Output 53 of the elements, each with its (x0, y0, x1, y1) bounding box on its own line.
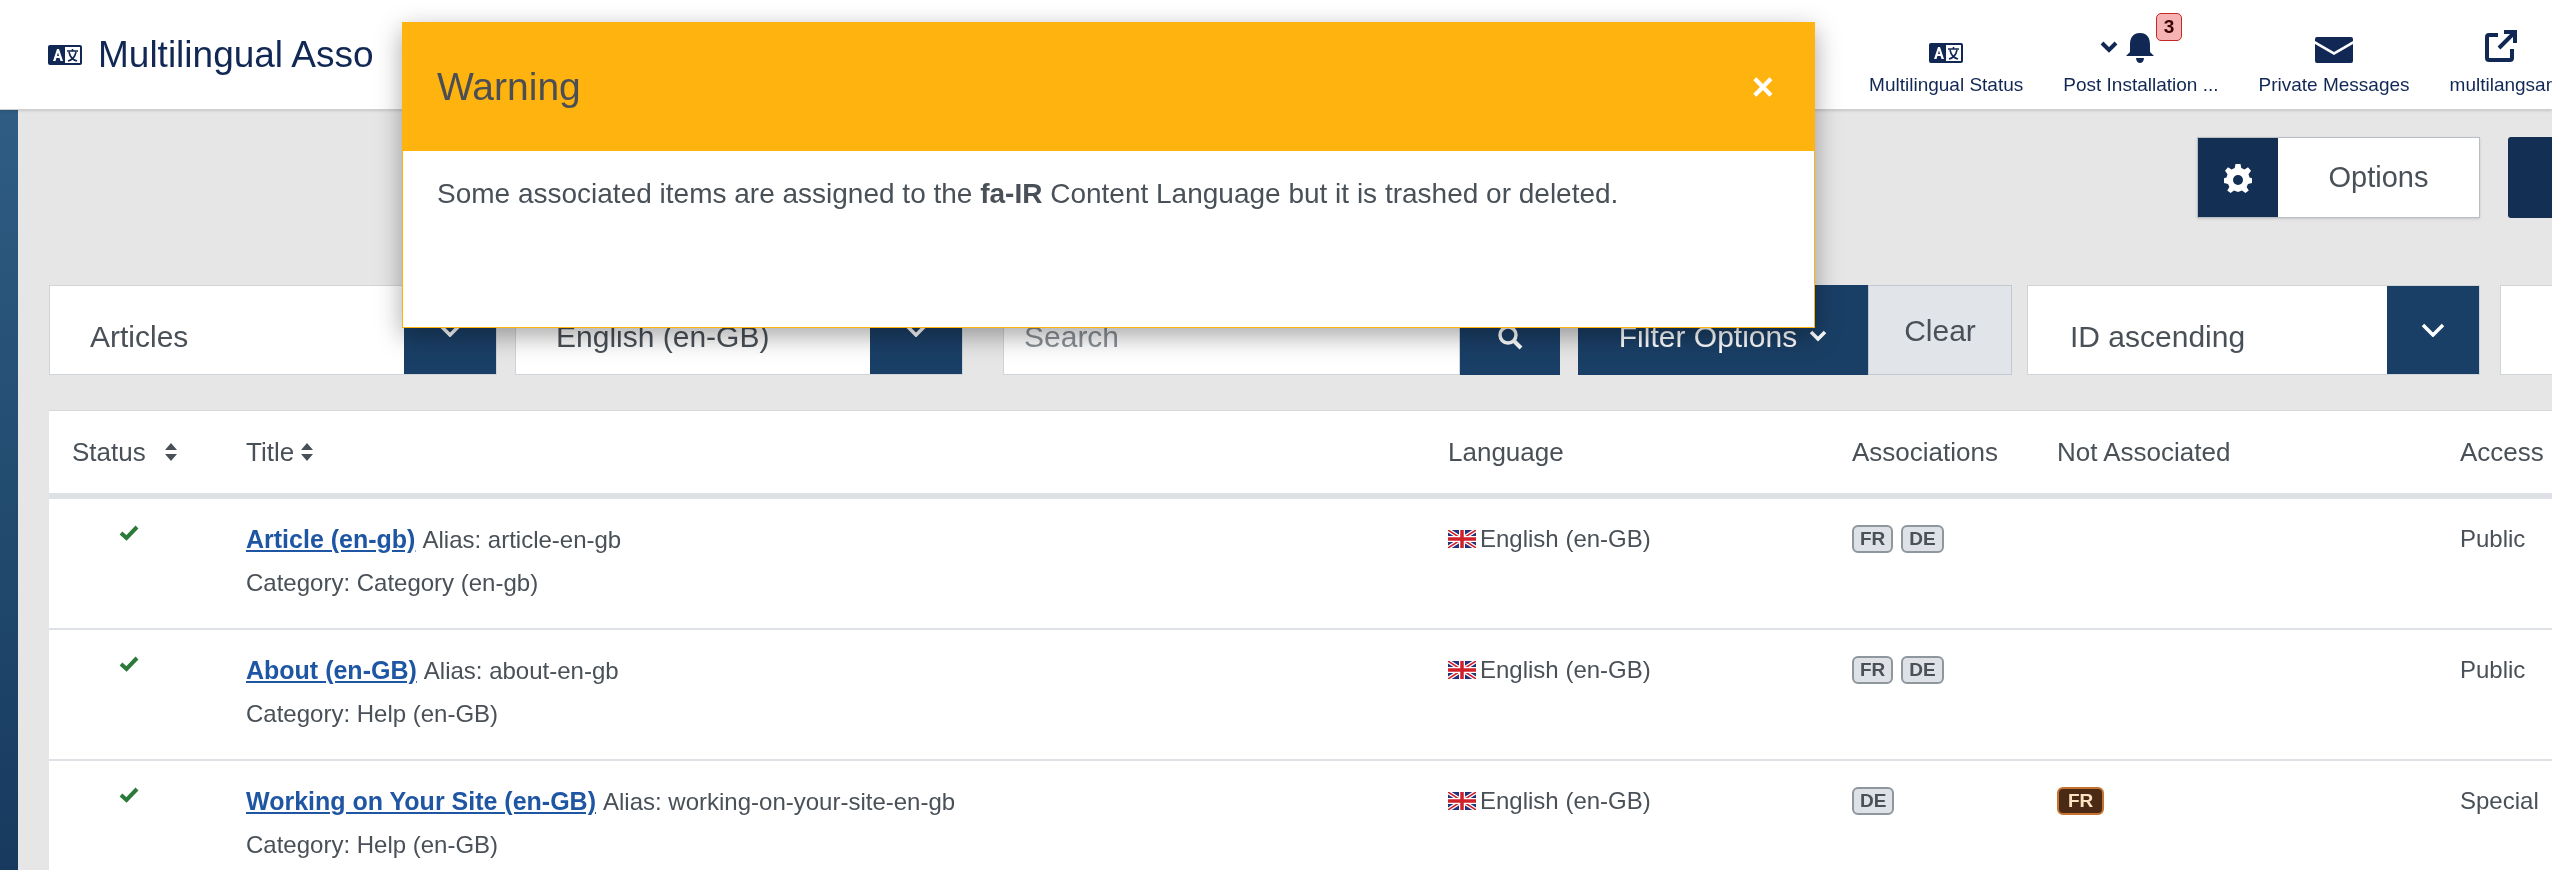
envelope-icon (2315, 34, 2354, 63)
limit-select[interactable] (2500, 285, 2552, 375)
gear-icon (2223, 162, 2253, 193)
language-text: English (en-GB) (1480, 786, 1651, 816)
notification-badge: 3 (2155, 12, 2183, 41)
article-link[interactable]: About (en-GB) (246, 652, 417, 690)
external-link-icon (2483, 28, 2518, 63)
column-header[interactable]: Status (72, 432, 178, 472)
alias-text: Alias: about-en-gb (423, 656, 619, 686)
category-text: Category: Help (en-GB) (246, 698, 500, 729)
association-badge[interactable]: DE (1852, 787, 1895, 815)
category-text: Category: Category (en-gb) (246, 567, 540, 598)
flag-icon (1448, 661, 1476, 679)
clear-button[interactable]: Clear (1868, 285, 2012, 375)
sort-icon (163, 442, 178, 462)
sort-icon (300, 442, 315, 462)
type-select[interactable]: Articles (49, 285, 497, 375)
header-link[interactable]: Multilingual Status (1869, 42, 2024, 99)
alias-text: Alias: working-on-your-site-en-gb (603, 787, 956, 817)
dialog-title: Warning (437, 63, 581, 110)
options-button[interactable]: Options (2197, 137, 2480, 218)
association-badge[interactable]: DE (1901, 656, 1944, 684)
column-header: Access (2460, 435, 2544, 469)
access-text: Public (2459, 655, 2527, 685)
chevron-down-icon (2421, 323, 2445, 337)
column-header: Associations (1852, 435, 1998, 469)
language-text: English (en-GB) (1480, 655, 1651, 685)
header-link[interactable]: Private Messages (2258, 34, 2410, 99)
article-link[interactable]: Article (en-gb) (246, 521, 416, 559)
header-link[interactable]: 3 Post Installation ... (2063, 12, 2219, 99)
missing-association-badge[interactable]: FR (2057, 787, 2105, 815)
toolbar-button[interactable] (2508, 137, 2552, 218)
access-text: Special (2459, 786, 2540, 816)
flag-icon (1448, 792, 1476, 810)
association-badge[interactable]: FR (1852, 525, 1894, 553)
language-text: English (en-GB) (1480, 524, 1651, 554)
header-link[interactable]: multilangsar (2449, 28, 2552, 99)
association-badge[interactable]: FR (1852, 656, 1894, 684)
ordering-select[interactable]: ID ascending (2027, 285, 2480, 375)
association-badge[interactable]: DE (1901, 525, 1944, 553)
column-header: Language (1448, 435, 1564, 469)
article-link[interactable]: Working on Your Site (en-GB) (246, 783, 596, 821)
warning-message: Some associated items are assigned to the fa-IR Content Language but it is trashed or deleted. (436, 177, 1620, 211)
column-header[interactable]: Title (246, 432, 315, 472)
alias-text: Alias: article-en-gb (422, 525, 622, 555)
access-text: Public (2459, 524, 2527, 554)
column-header: Not Associated (2057, 435, 2231, 469)
translate-icon (48, 44, 82, 65)
category-text: Category: Help (en-GB) (246, 829, 500, 860)
page-title: Multilingual Asso (98, 32, 374, 77)
flag-icon (1448, 530, 1476, 548)
translate-icon (1929, 42, 1964, 63)
chevron-down-icon (1809, 330, 1828, 342)
